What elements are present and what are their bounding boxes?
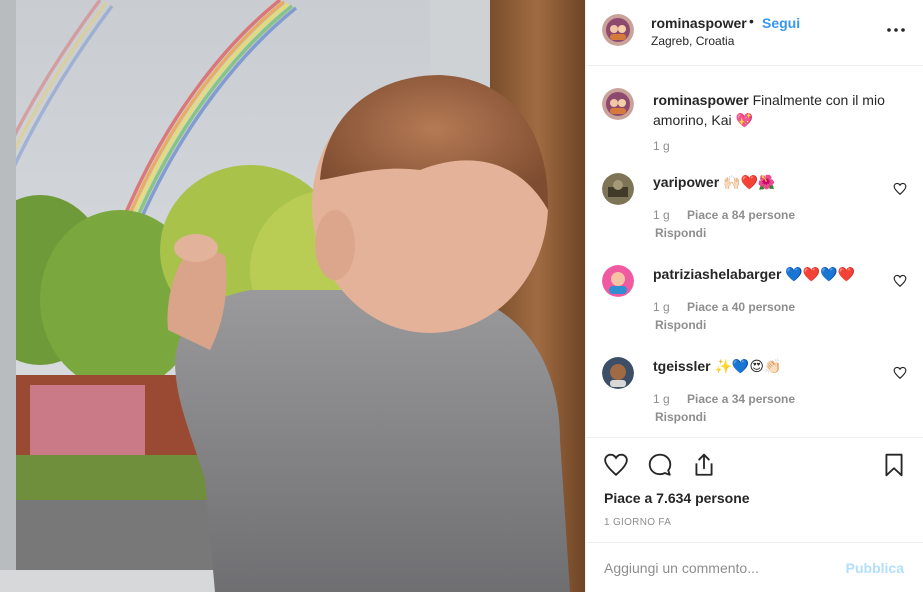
caption: rominaspower Finalmente con il mio amori… [653,90,908,130]
post-photo[interactable] [0,0,585,592]
comment-username[interactable]: tgeissler [653,358,711,374]
add-comment-bar: Pubblica [586,542,923,592]
likes-count[interactable]: Piace a 7.634 persone [604,490,750,506]
comment-like-heart-icon[interactable] [893,366,907,380]
post-author-username[interactable]: rominaspower [651,15,747,31]
post-location[interactable]: Zagreb, Croatia [651,34,734,48]
comment-likes[interactable]: Piace a 40 persone [687,300,795,314]
publish-button[interactable]: Pubblica [846,560,904,576]
comments-section: rominaspower Finalmente con il mio amori… [586,66,923,437]
reply-button[interactable]: Rispondi [655,318,706,332]
caption-avatar[interactable] [602,88,634,120]
comment-username[interactable]: patriziashelabarger [653,266,781,282]
post-sidebar: rominaspower • Segui Zagreb, Croatia rom… [585,0,923,592]
avatar-image [602,14,634,46]
caption-time[interactable]: 1 g [653,139,670,153]
post-header: rominaspower • Segui Zagreb, Croatia [586,0,923,66]
comment-likes[interactable]: Piace a 84 persone [687,208,795,222]
comment-time[interactable]: 1 g [653,208,670,222]
comment-like-heart-icon[interactable] [893,182,907,196]
avatar-image [602,88,634,120]
separator-dot: • [749,13,754,29]
heart-icon[interactable] [603,452,629,478]
comment-likes[interactable]: Piace a 34 persone [687,392,795,406]
avatar-image [602,173,634,205]
comment-avatar[interactable] [602,265,634,297]
comment-avatar[interactable] [602,357,634,389]
comment-avatar[interactable] [602,173,634,205]
comment-text: 💙❤️💙❤️ [785,266,856,282]
avatar-image [602,357,634,389]
comment-time[interactable]: 1 g [653,300,670,314]
comment: tgeissler ✨💙😍👏🏻 [653,358,781,375]
avatar-image [602,265,634,297]
add-comment-input[interactable] [604,555,824,581]
follow-button[interactable]: Segui [762,15,800,31]
post-actions: Piace a 7.634 persone 1 GIORNO FA [586,437,923,542]
bookmark-icon[interactable] [881,452,907,478]
comment-like-heart-icon[interactable] [893,274,907,288]
more-options-icon[interactable] [884,22,908,38]
avatar[interactable] [602,14,634,46]
post-image [0,0,585,592]
comment-icon[interactable] [647,452,673,478]
caption-username[interactable]: rominaspower [653,92,749,108]
comment-username[interactable]: yaripower [653,174,719,190]
comment: patriziashelabarger 💙❤️💙❤️ [653,266,855,283]
comment-text: 🙌🏻❤️🌺 [723,174,776,190]
comment-time[interactable]: 1 g [653,392,670,406]
reply-button[interactable]: Rispondi [655,226,706,240]
post-timestamp[interactable]: 1 GIORNO FA [604,517,671,528]
comment: yaripower 🙌🏻❤️🌺 [653,174,775,191]
comment-text: ✨💙😍👏🏻 [714,358,782,374]
reply-button[interactable]: Rispondi [655,410,706,424]
share-icon[interactable] [691,452,717,478]
